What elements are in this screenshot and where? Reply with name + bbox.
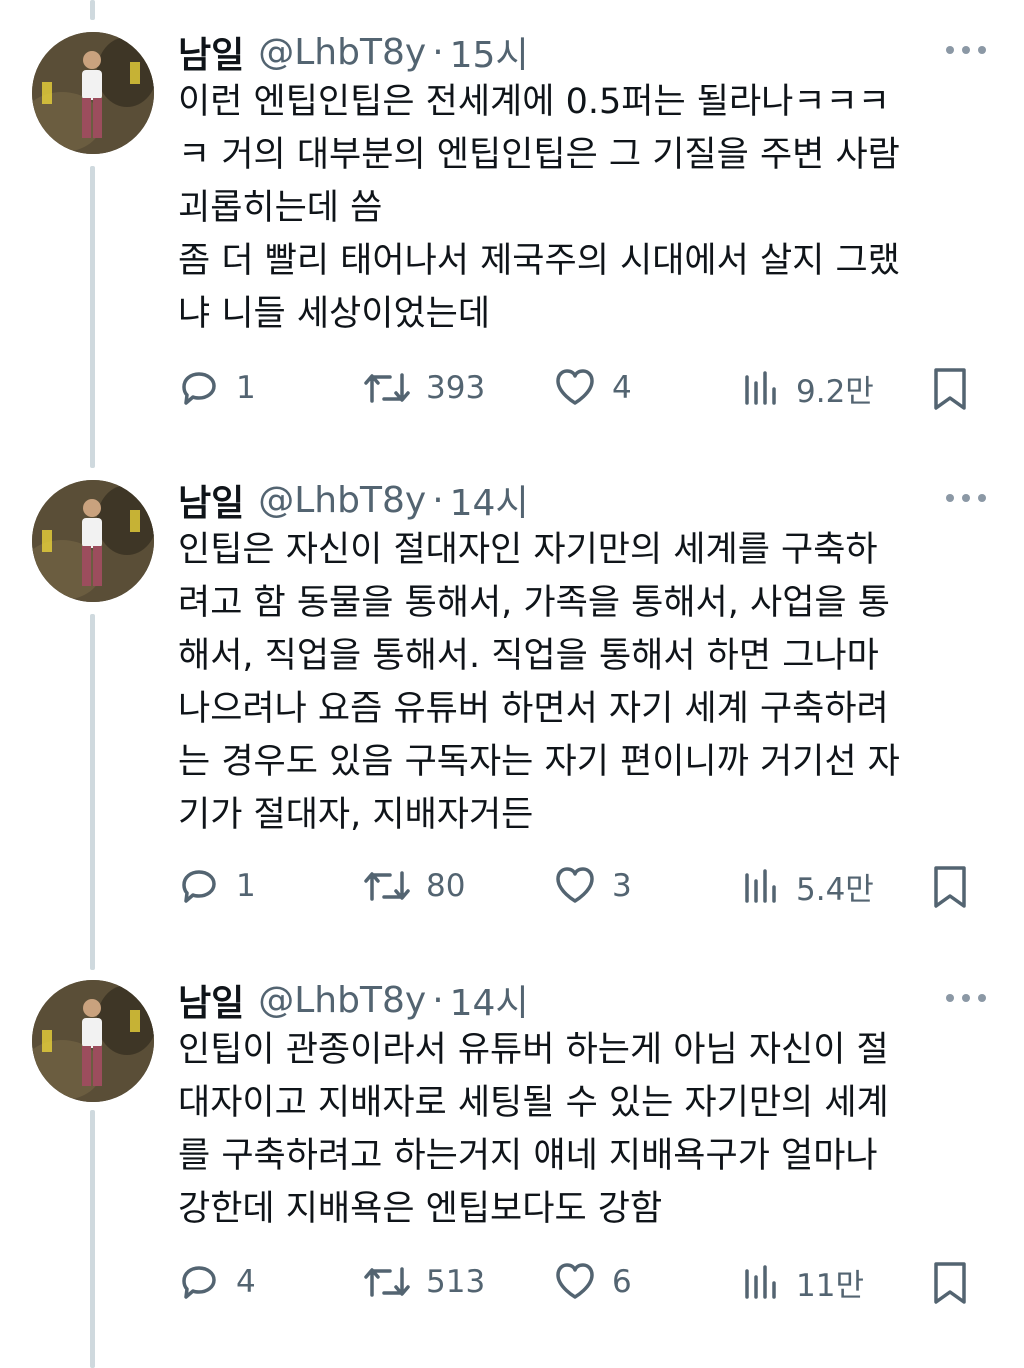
reply-icon — [182, 870, 216, 903]
more-dots-icon[interactable] — [946, 484, 986, 512]
reply-icon — [182, 372, 216, 405]
retweet-count: 80 — [426, 868, 466, 904]
reply-button[interactable]: 4 — [176, 1254, 256, 1310]
tweet-header: 남일 @LhbT8y · 15시 — [178, 24, 529, 80]
heart-icon — [556, 369, 594, 405]
tweet-actions: 4 513 6 11만 — [176, 1254, 976, 1310]
retweet-button[interactable]: 513 — [362, 1254, 485, 1310]
tweet-text: 이런 엔팁인팁은 전세계에 0.5퍼는 될라나ㅋㅋㅋ ㅋ 거의 대부분의 엔팁인… — [178, 82, 900, 334]
tweet-text: 인팁은 자신이 절대자인 자기만의 세계를 구축하 려고 함 동물을 통해서, … — [178, 530, 900, 835]
display-name[interactable]: 남일 — [178, 474, 244, 526]
heart-icon — [556, 867, 594, 903]
tweet-actions: 1 393 4 9.2만 — [176, 360, 976, 416]
bookmark-icon[interactable] — [930, 366, 970, 412]
tweet[interactable]: 남일 @LhbT8y · 15시 이런 엔팁인팁은 전세계에 0.5퍼는 될라나… — [0, 24, 1024, 444]
like-count: 4 — [612, 370, 632, 406]
retweet-button[interactable]: 393 — [362, 360, 485, 416]
views-count: 9.2만 — [796, 373, 874, 410]
like-button[interactable]: 4 — [552, 360, 632, 416]
reply-icon — [182, 1266, 216, 1299]
reply-button[interactable]: 1 — [176, 360, 256, 416]
separator-dot: · — [432, 31, 444, 73]
timestamp[interactable]: 14시 — [450, 474, 529, 526]
retweet-icon — [364, 871, 410, 901]
retweet-count: 513 — [426, 1264, 486, 1300]
tweet-header: 남일 @LhbT8y · 14시 — [178, 472, 529, 528]
retweet-icon — [364, 1267, 410, 1297]
views-chart-icon — [745, 371, 776, 405]
views-count: 5.4만 — [796, 871, 874, 908]
tweet-text: 인팁이 관종이라서 유튜버 하는게 아님 자신이 절 대자이고 지배자로 세팅될… — [178, 1030, 889, 1229]
like-button[interactable]: 6 — [552, 1254, 632, 1310]
bookmark-icon[interactable] — [930, 864, 970, 910]
tweet-header: 남일 @LhbT8y · 14시 — [178, 972, 529, 1028]
avatar[interactable] — [32, 32, 154, 154]
tweet[interactable]: 남일 @LhbT8y · 14시 인팁이 관종이라서 유튜버 하는게 아님 자신… — [0, 972, 1024, 1352]
retweet-icon — [364, 373, 410, 403]
like-count: 6 — [612, 1264, 632, 1300]
reply-count: 1 — [236, 868, 256, 904]
separator-dot: · — [432, 479, 444, 521]
separator-dot: · — [432, 979, 444, 1021]
tweet-actions: 1 80 3 5.4만 — [176, 858, 976, 914]
retweet-count: 393 — [426, 370, 486, 406]
user-handle[interactable]: @LhbT8y — [258, 980, 426, 1021]
heart-icon — [556, 1263, 594, 1299]
user-handle[interactable]: @LhbT8y — [258, 480, 426, 521]
avatar[interactable] — [32, 480, 154, 602]
display-name[interactable]: 남일 — [178, 26, 244, 78]
reply-count: 4 — [236, 1264, 256, 1300]
bookmark-icon[interactable] — [930, 1260, 970, 1306]
reply-count: 1 — [236, 370, 256, 406]
views-count: 11만 — [796, 1267, 864, 1304]
avatar[interactable] — [32, 980, 154, 1102]
timestamp[interactable]: 15시 — [450, 26, 529, 78]
views-button[interactable]: 11만 — [742, 1254, 864, 1310]
more-dots-icon[interactable] — [946, 984, 986, 1012]
more-dots-icon[interactable] — [946, 36, 986, 64]
views-chart-icon — [745, 869, 776, 903]
timestamp[interactable]: 14시 — [450, 974, 529, 1026]
tweet[interactable]: 남일 @LhbT8y · 14시 인팁은 자신이 절대자인 자기만의 세계를 구… — [0, 472, 1024, 952]
user-handle[interactable]: @LhbT8y — [258, 32, 426, 73]
thread-line-top — [90, 0, 95, 20]
views-button[interactable]: 5.4만 — [742, 858, 874, 914]
like-count: 3 — [612, 868, 632, 904]
views-chart-icon — [745, 1265, 776, 1299]
retweet-button[interactable]: 80 — [362, 858, 465, 914]
like-button[interactable]: 3 — [552, 858, 632, 914]
views-button[interactable]: 9.2만 — [742, 360, 874, 416]
reply-button[interactable]: 1 — [176, 858, 256, 914]
display-name[interactable]: 남일 — [178, 974, 244, 1026]
